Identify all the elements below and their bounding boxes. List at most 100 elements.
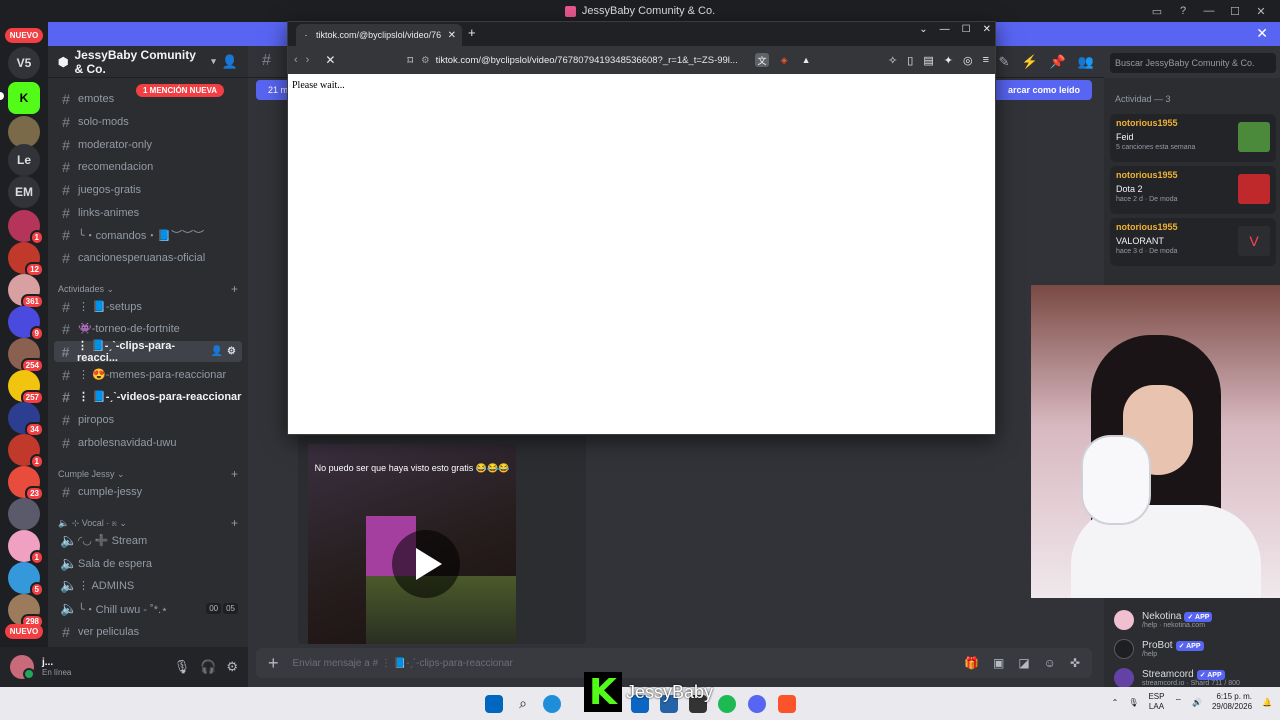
server-icon-6[interactable]: 12 — [8, 242, 44, 277]
server-kick[interactable]: K — [8, 82, 40, 114]
add-channel-icon[interactable]: + — [231, 516, 238, 530]
video-thumbnail[interactable]: No puedo ser que haya visto esto gratis … — [308, 444, 516, 644]
mute-icon[interactable]: ⚡ — [1021, 54, 1037, 70]
server-icon-9[interactable]: 254 — [8, 338, 44, 373]
start-icon[interactable] — [485, 695, 503, 713]
network-icon[interactable]: ⌔ — [1174, 697, 1182, 707]
discord-icon[interactable] — [748, 695, 766, 713]
minimize-button[interactable]: — — [1198, 1, 1220, 21]
brave-shield-icon[interactable]: ◈ — [777, 53, 791, 67]
back-icon[interactable]: ‹ — [294, 54, 298, 66]
search-icon[interactable]: ⌕ — [514, 695, 532, 713]
server-le[interactable]: Le — [8, 144, 40, 176]
edge-icon[interactable] — [543, 695, 561, 713]
volume-icon[interactable]: 🔊 — [1192, 698, 1202, 707]
tab-search-icon[interactable]: ⌄ — [919, 24, 927, 35]
channel-moderator-only[interactable]: # moderator-only — [54, 134, 242, 155]
gear-icon[interactable]: ⚙ — [227, 346, 236, 357]
menu-icon[interactable]: ≡ — [983, 54, 989, 67]
server-icon-13[interactable]: 23 — [8, 466, 44, 501]
maximize-button[interactable]: ☐ — [1224, 1, 1246, 21]
stop-loading-icon[interactable]: ✕ — [325, 53, 335, 67]
banner-close-icon[interactable]: ✕ — [1256, 25, 1268, 42]
channel-recomendacion[interactable]: # recomendacion — [54, 156, 242, 177]
server-icon-17[interactable]: 298 — [8, 594, 44, 629]
channel-setups[interactable]: # ⋮ 📘-setups — [54, 296, 242, 317]
gear-icon[interactable]: ⚙ — [226, 659, 238, 675]
notification-icon[interactable]: 🔔 — [1262, 698, 1272, 707]
clock[interactable]: 6:15 p. m. 29/08/2026 — [1212, 692, 1252, 712]
server-em[interactable]: EM — [8, 176, 40, 208]
mark-as-read-button[interactable]: arcar como leído — [1008, 85, 1080, 95]
minimize-button[interactable]: — — [940, 24, 950, 35]
server-icon-16[interactable]: 5 — [8, 562, 44, 597]
voice-channel-chill[interactable]: 🔈 ╰・Chill uwu - ˚*.⋆ 00 05 — [54, 598, 242, 619]
channel-comandos[interactable]: # ╰・comandos・📘︶︶︶ — [54, 224, 242, 245]
forward-icon[interactable]: › — [306, 54, 310, 66]
attach-icon[interactable]: + — [268, 653, 279, 674]
voice-channel-sala-espera[interactable]: 🔈 Sala de espera — [54, 553, 242, 574]
sidebar-icon[interactable]: ▯ — [907, 54, 913, 67]
category-actividades[interactable]: Actividades ⌄ + — [58, 282, 238, 296]
pin-icon[interactable]: 📌 — [1050, 54, 1066, 70]
channel-memes-para-reaccionar[interactable]: # ⋮ 😍-memes-para-reaccionar — [54, 364, 242, 385]
vpn-icon[interactable]: ◎ — [963, 54, 973, 67]
browser-tab[interactable]: · tiktok.com/@byclipslol/video/76 ✕ — [296, 24, 462, 46]
category-cumple-jessy[interactable]: Cumple Jessy ⌄ + — [58, 467, 238, 481]
channel-torneo-fortnite[interactable]: # 👾-torneo-de-fortnite — [54, 318, 242, 339]
activity-card[interactable]: notorious1955 Feid 5 canciones esta sema… — [1110, 114, 1276, 162]
activity-card[interactable]: notorious1955 VALORANT hace 3 d · De mod… — [1110, 218, 1276, 266]
site-info-icon[interactable]: ⚙ — [421, 55, 430, 66]
close-window-button[interactable]: ✕ — [983, 24, 991, 35]
chevron-up-icon[interactable]: ⌃ — [1112, 698, 1119, 707]
add-member-icon[interactable]: 👤 — [211, 346, 223, 357]
invite-icon[interactable]: 👤 — [222, 54, 238, 70]
user-info[interactable]: j... En línea — [42, 657, 71, 677]
server-icon-10[interactable]: 257 — [8, 370, 44, 405]
gif-icon[interactable]: ▣ — [993, 656, 1004, 670]
channel-arbolesnavidad[interactable]: # arbolesnavidad-uwu — [54, 432, 242, 453]
emoji-icon[interactable]: ☺ — [1044, 656, 1056, 670]
member-list-icon[interactable]: 👥 — [1078, 54, 1094, 70]
add-channel-icon[interactable]: + — [231, 282, 238, 296]
add-channel-icon[interactable]: + — [231, 467, 238, 481]
headphones-icon[interactable]: 🎧 — [200, 659, 216, 675]
channel-links-animes[interactable]: # links-animes — [54, 202, 242, 223]
extensions-icon[interactable]: ✧ — [888, 54, 897, 67]
server-header[interactable]: ⬢ JessyBaby Comunity & Co. ▾ 👤 — [48, 46, 248, 78]
sticker-icon[interactable]: ◪ — [1018, 656, 1029, 670]
bookmark-icon[interactable]: ⌑ — [407, 54, 413, 67]
microphone-icon[interactable]: 🎙 — [174, 659, 191, 675]
server-icon-15[interactable]: 1 — [8, 530, 44, 565]
language-indicator[interactable]: ESP LAA — [1148, 692, 1164, 712]
category-vocal[interactable]: 🔈 ⊹ Vocal · ೫ ⌄ + — [58, 516, 238, 530]
member-bot[interactable]: ProBot ✓ APP /help — [1114, 635, 1280, 663]
channel-cancionesperuanas[interactable]: # cancionesperuanas-oficial — [54, 247, 242, 268]
channel-solo-mods[interactable]: # solo-mods — [54, 111, 242, 132]
voice-channel-admins[interactable]: 🔈 ⋮ ADMINS — [54, 575, 242, 596]
server-v5[interactable]: V5 — [8, 47, 40, 79]
brave-rewards-icon[interactable]: ▲ — [799, 53, 813, 67]
new-badge-top[interactable]: NUEVO — [5, 28, 43, 43]
microphone-icon[interactable]: 🎙 — [1128, 698, 1138, 707]
close-tab-icon[interactable]: ✕ — [448, 30, 456, 41]
server-icon-12[interactable]: 1 — [8, 434, 44, 469]
server-icon-11[interactable]: 34 — [8, 402, 44, 437]
translate-icon[interactable]: 文 — [755, 53, 770, 67]
server-icon-7[interactable]: 361 — [8, 274, 44, 309]
server-icon-14[interactable] — [8, 498, 40, 530]
apps-icon[interactable]: ✜ — [1070, 656, 1080, 670]
channel-emotes[interactable]: # emotes — [54, 88, 242, 109]
activity-card[interactable]: notorious1955 Dota 2 hace 2 d · De moda — [1110, 166, 1276, 214]
spotify-icon[interactable] — [718, 695, 736, 713]
gift-icon[interactable]: 🎁 — [964, 656, 979, 670]
channel-juegos-gratis[interactable]: # juegos-gratis — [54, 179, 242, 200]
member-bot[interactable]: Nekotina ✓ APP /help · nekotina.com — [1114, 606, 1280, 634]
server-icon-5[interactable]: 1 — [8, 210, 44, 245]
wallet-icon[interactable]: ▤ — [923, 54, 933, 67]
close-window-button[interactable]: ✕ — [1250, 1, 1272, 21]
voice-channel-stream[interactable]: 🔈 ◜◡ ➕ Stream — [54, 530, 242, 551]
message-input[interactable]: Enviar mensaje a # ⋮ 📘-ˏˋ-clips-para-rea… — [293, 658, 513, 669]
channel-ver-peliculas[interactable]: # ver peliculas — [54, 621, 242, 642]
server-icon-8[interactable]: 9 — [8, 306, 44, 341]
